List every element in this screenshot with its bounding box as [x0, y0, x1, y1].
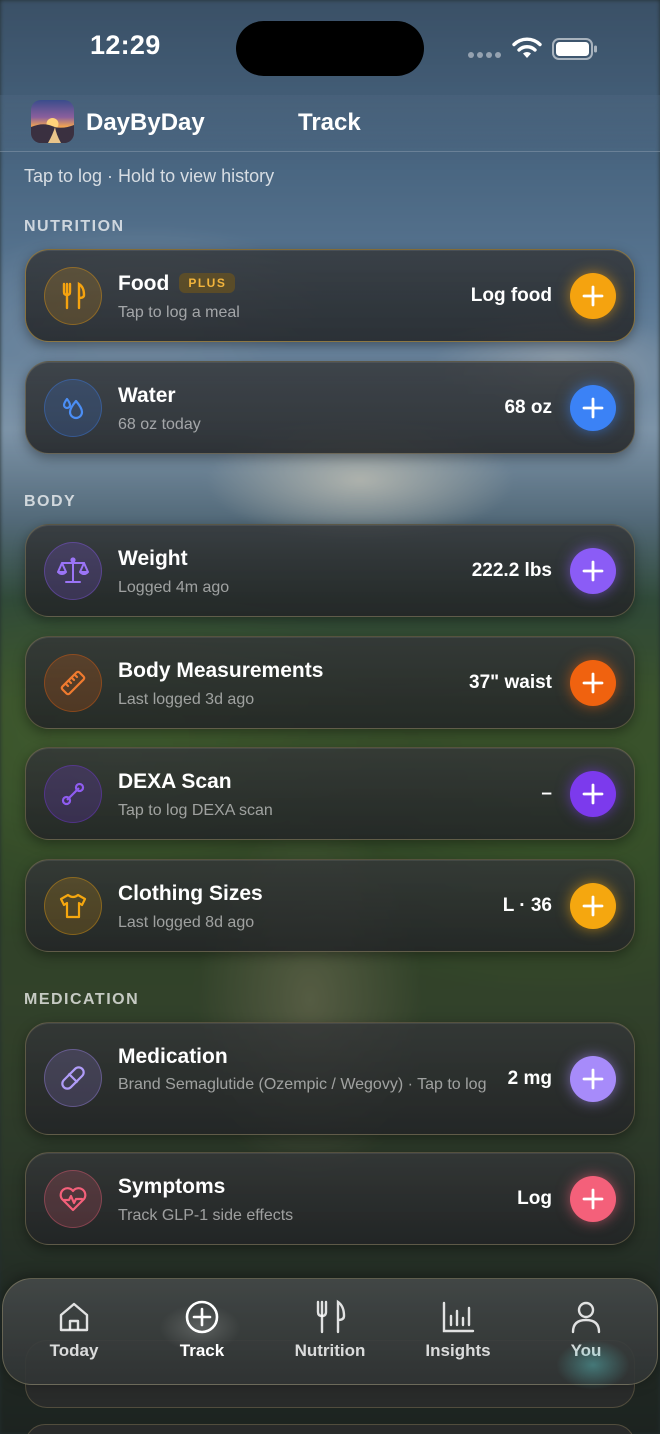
cellular-signal-icon — [468, 52, 502, 58]
usage-hint: Tap to log · Hold to view history — [24, 166, 275, 186]
weight-title: Weight — [118, 547, 188, 570]
dexa-scan-subtitle: Tap to log DEXA scan — [118, 802, 273, 819]
plus-icon — [582, 560, 604, 582]
section-label-body: BODY — [24, 493, 77, 510]
plus-badge: PLUS — [179, 273, 236, 293]
medication-value: 2 mg — [507, 1068, 552, 1089]
weight-subtitle: Logged 4m ago — [118, 579, 230, 596]
home-icon — [19, 1297, 129, 1337]
dexa-scan-card[interactable]: DEXA Scan Tap to log DEXA scan – — [25, 747, 635, 840]
symptoms-card[interactable]: Symptoms Track GLP-1 side effects Log — [25, 1152, 635, 1245]
wifi-icon — [512, 37, 542, 58]
clothing-sizes-card[interactable]: Clothing Sizes Last logged 8d ago L · 36 — [25, 859, 635, 952]
water-drops-icon — [44, 379, 102, 437]
page-title: Track — [298, 109, 361, 136]
body-measurements-value: 37" waist — [469, 672, 552, 693]
add-medication-button[interactable] — [570, 1056, 616, 1102]
clothing-sizes-subtitle: Last logged 8d ago — [118, 914, 255, 931]
clothing-sizes-value: L · 36 — [502, 895, 552, 916]
dynamic-island — [236, 21, 424, 76]
add-clothing-button[interactable] — [570, 883, 616, 929]
medication-card[interactable]: Medication Brand Semaglutide (Ozempic / … — [25, 1022, 635, 1135]
plus-icon — [582, 672, 604, 694]
app-name: DayByDay — [86, 109, 205, 136]
tab-today-label: Today — [49, 1341, 99, 1360]
bar-chart-icon — [403, 1297, 513, 1337]
tab-insights-label: Insights — [425, 1341, 491, 1360]
plus-icon — [582, 285, 604, 307]
bone-icon — [44, 765, 102, 823]
add-water-button[interactable] — [570, 385, 616, 431]
battery-icon — [552, 38, 597, 60]
app-logo-icon[interactable] — [31, 100, 74, 143]
tab-insights[interactable]: Insights — [403, 1297, 513, 1369]
symptoms-subtitle: Track GLP-1 side effects — [118, 1207, 294, 1224]
water-title: Water — [118, 384, 176, 407]
weight-card[interactable]: Weight Logged 4m ago 222.2 lbs — [25, 524, 635, 617]
plus-icon — [582, 397, 604, 419]
dexa-scan-value: – — [541, 783, 552, 804]
medication-title: Medication — [118, 1045, 228, 1068]
clothing-sizes-title: Clothing Sizes — [118, 882, 263, 905]
heart-pulse-icon — [44, 1170, 102, 1228]
tab-nutrition-label: Nutrition — [294, 1341, 366, 1360]
weight-value: 222.2 lbs — [471, 560, 552, 581]
plus-icon — [582, 1188, 604, 1210]
medication-subtitle: Brand Semaglutide (Ozempic / Wegovy) · T… — [118, 1076, 487, 1093]
add-symptoms-button[interactable] — [570, 1176, 616, 1222]
plus-icon — [582, 895, 604, 917]
food-card[interactable]: Food PLUS Tap to log a meal Log food — [25, 249, 635, 342]
dexa-scan-title: DEXA Scan — [118, 770, 232, 793]
shirt-icon — [44, 877, 102, 935]
status-bar: 12:29 — [0, 0, 660, 95]
plus-icon — [582, 1068, 604, 1090]
hidden-card — [25, 1424, 635, 1434]
add-weight-button[interactable] — [570, 548, 616, 594]
symptoms-title: Symptoms — [118, 1175, 226, 1198]
add-measurements-button[interactable] — [570, 660, 616, 706]
body-measurements-subtitle: Last logged 3d ago — [118, 691, 255, 708]
tab-today[interactable]: Today — [19, 1297, 129, 1369]
add-dexa-button[interactable] — [570, 771, 616, 817]
water-subtitle: 68 oz today — [118, 416, 201, 433]
tab-nutrition[interactable]: Nutrition — [275, 1297, 385, 1369]
body-measurements-title: Body Measurements — [118, 659, 324, 682]
ruler-icon — [44, 654, 102, 712]
pill-icon — [44, 1049, 102, 1107]
status-time: 12:29 — [90, 30, 161, 60]
water-card[interactable]: Water 68 oz today 68 oz — [25, 361, 635, 454]
food-value: Log food — [470, 285, 552, 306]
water-value: 68 oz — [504, 397, 552, 418]
fork-knife-icon — [44, 267, 102, 325]
plus-icon — [582, 783, 604, 805]
add-food-button[interactable] — [570, 273, 616, 319]
section-label-nutrition: NUTRITION — [24, 218, 125, 235]
body-measurements-card[interactable]: Body Measurements Last logged 3d ago 37"… — [25, 636, 635, 729]
person-icon — [531, 1297, 641, 1337]
food-subtitle: Tap to log a meal — [118, 304, 240, 321]
scale-icon — [44, 542, 102, 600]
section-label-medication: MEDICATION — [24, 991, 140, 1008]
symptoms-value: Log — [517, 1188, 552, 1209]
fork-knife-icon — [275, 1297, 385, 1337]
app-header: DayByDay Track — [0, 95, 660, 152]
food-title: Food — [118, 272, 170, 295]
